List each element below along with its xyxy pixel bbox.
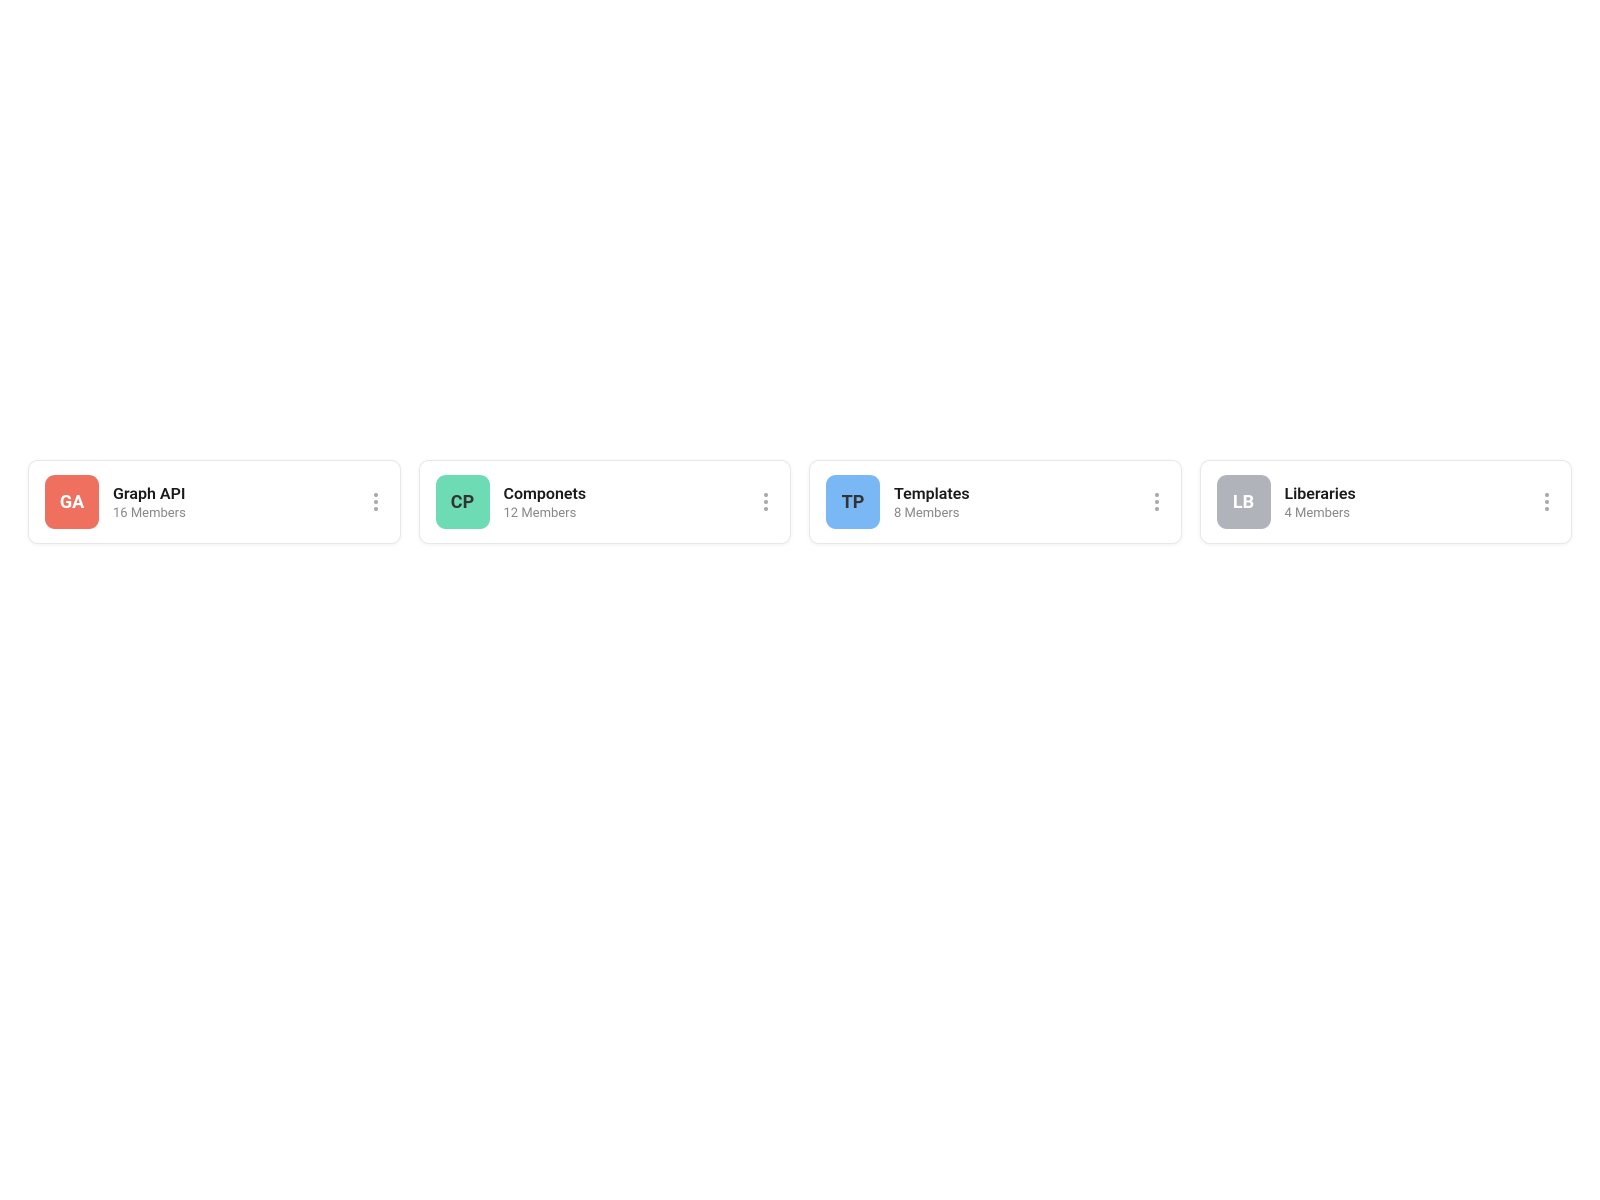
menu-dot-icon	[764, 500, 768, 504]
cards-container: GA Graph API 16 Members CP Componets 12 Membe…	[28, 460, 1572, 544]
card-liberaries[interactable]: LB Liberaries 4 Members	[1200, 460, 1573, 544]
menu-dot-icon	[764, 493, 768, 497]
card-title-componets: Componets	[504, 484, 759, 503]
card-subtitle-liberaries: 4 Members	[1285, 506, 1540, 521]
menu-dot-icon	[1545, 500, 1549, 504]
avatar-templates: TP	[826, 475, 880, 529]
card-title-graph-api: Graph API	[113, 484, 368, 503]
card-templates[interactable]: TP Templates 8 Members	[809, 460, 1182, 544]
menu-dot-icon	[1155, 507, 1159, 511]
menu-dot-icon	[374, 493, 378, 497]
card-menu-templates[interactable]	[1149, 489, 1165, 515]
card-title-templates: Templates	[894, 484, 1149, 503]
menu-dot-icon	[1155, 493, 1159, 497]
card-menu-liberaries[interactable]	[1539, 489, 1555, 515]
card-subtitle-graph-api: 16 Members	[113, 506, 368, 521]
card-menu-graph-api[interactable]	[368, 489, 384, 515]
card-title-liberaries: Liberaries	[1285, 484, 1540, 503]
card-subtitle-templates: 8 Members	[894, 506, 1149, 521]
card-subtitle-componets: 12 Members	[504, 506, 759, 521]
avatar-graph-api: GA	[45, 475, 99, 529]
card-info-componets: Componets 12 Members	[504, 484, 759, 521]
avatar-liberaries: LB	[1217, 475, 1271, 529]
menu-dot-icon	[764, 507, 768, 511]
card-info-liberaries: Liberaries 4 Members	[1285, 484, 1540, 521]
card-menu-componets[interactable]	[758, 489, 774, 515]
menu-dot-icon	[1545, 507, 1549, 511]
menu-dot-icon	[374, 500, 378, 504]
menu-dot-icon	[1545, 493, 1549, 497]
avatar-componets: CP	[436, 475, 490, 529]
card-graph-api[interactable]: GA Graph API 16 Members	[28, 460, 401, 544]
card-componets[interactable]: CP Componets 12 Members	[419, 460, 792, 544]
menu-dot-icon	[374, 507, 378, 511]
card-info-templates: Templates 8 Members	[894, 484, 1149, 521]
card-info-graph-api: Graph API 16 Members	[113, 484, 368, 521]
menu-dot-icon	[1155, 500, 1159, 504]
